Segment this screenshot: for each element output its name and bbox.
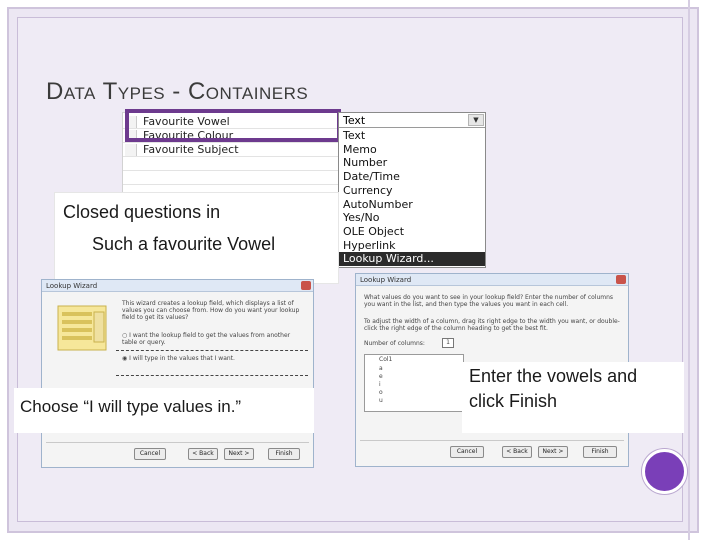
data-type-option[interactable]: Text xyxy=(339,129,485,143)
divider xyxy=(360,440,624,441)
field-row[interactable]: Favourite Subject xyxy=(123,143,343,157)
close-icon[interactable] xyxy=(616,275,626,284)
callout-text: Such a favourite Vowel xyxy=(92,234,276,254)
lookup-wizard-step1: Lookup Wizard This wizard creates a look… xyxy=(41,279,314,468)
data-type-option-lookup-wizard[interactable]: Lookup Wizard... xyxy=(339,252,485,266)
callout-text: click Finish xyxy=(469,391,558,411)
grid-cell[interactable]: e xyxy=(379,373,383,380)
back-button[interactable]: < Back xyxy=(502,446,532,458)
wizard-title: Lookup Wizard xyxy=(360,276,412,284)
close-icon[interactable] xyxy=(301,281,311,290)
data-type-option[interactable]: Hyperlink xyxy=(339,239,485,253)
finish-button[interactable]: Finish xyxy=(583,446,617,458)
finish-button[interactable]: Finish xyxy=(268,448,300,460)
cancel-button[interactable]: Cancel xyxy=(450,446,484,458)
grid-cell[interactable]: i xyxy=(379,381,381,388)
values-grid[interactable]: Col1 a e i o u xyxy=(364,354,464,412)
callout-text: Choose “I will type values in.” xyxy=(20,397,242,416)
wizard-instruction: To adjust the width of a column, drag it… xyxy=(364,318,620,332)
data-type-option[interactable]: Memo xyxy=(339,143,485,157)
dropdown-arrow-icon[interactable]: ▼ xyxy=(468,114,484,126)
next-button[interactable]: Next > xyxy=(538,446,568,458)
highlight-box xyxy=(125,109,341,142)
wizard-description: This wizard creates a lookup field, whic… xyxy=(122,300,300,321)
columns-label: Number of columns: xyxy=(364,340,425,347)
grid-cell[interactable]: o xyxy=(379,389,383,396)
data-type-combo[interactable]: Text ▼ xyxy=(339,113,485,128)
field-row-empty[interactable] xyxy=(123,157,343,171)
lookup-list-icon xyxy=(57,305,107,351)
option-label: I want the lookup field to get the value… xyxy=(122,332,291,346)
slide-edge-stripe xyxy=(688,0,690,540)
field-name: Favourite Subject xyxy=(143,143,239,156)
decorative-circle xyxy=(642,449,687,494)
option-table-query[interactable]: ○ I want the lookup field to get the val… xyxy=(122,332,307,346)
callout-choose-option: Choose “I will type values in.” xyxy=(14,388,314,433)
grid-cell[interactable]: a xyxy=(379,365,383,372)
column-header: Col1 xyxy=(379,356,393,363)
data-type-option[interactable]: Yes/No xyxy=(339,211,485,225)
field-row-empty[interactable] xyxy=(123,171,343,185)
option-dashed-highlight xyxy=(116,350,308,376)
data-type-selected: Text xyxy=(343,114,366,127)
callout-enter-vowels: Enter the vowels and click Finish xyxy=(462,362,684,433)
data-type-option[interactable]: OLE Object xyxy=(339,225,485,239)
slide-title: Data Types - Containers xyxy=(46,78,308,106)
callout-closed-questions: Closed questions in Such a favourite Vow… xyxy=(54,192,339,284)
divider xyxy=(46,442,309,443)
wizard-description: What values do you want to see in your l… xyxy=(364,294,614,308)
data-type-option[interactable]: Currency xyxy=(339,184,485,198)
callout-text: Enter the vowels and xyxy=(469,366,638,386)
data-type-option[interactable]: AutoNumber xyxy=(339,198,485,212)
next-button[interactable]: Next > xyxy=(224,448,254,460)
callout-text: Closed questions in xyxy=(63,202,221,222)
data-type-dropdown[interactable]: Text ▼ Text Memo Number Date/Time Curren… xyxy=(338,112,486,268)
row-selector[interactable] xyxy=(125,144,137,156)
wizard-titlebar: Lookup Wizard xyxy=(42,280,313,292)
slide-title-text: Data Types - Containers xyxy=(46,78,309,105)
grid-cell[interactable]: u xyxy=(379,397,383,404)
data-type-option[interactable]: Number xyxy=(339,156,485,170)
cancel-button[interactable]: Cancel xyxy=(134,448,166,460)
wizard-titlebar: Lookup Wizard xyxy=(356,274,628,286)
columns-input[interactable]: 1 xyxy=(442,338,454,348)
back-button[interactable]: < Back xyxy=(188,448,218,460)
data-type-option[interactable]: Date/Time xyxy=(339,170,485,184)
wizard-title: Lookup Wizard xyxy=(46,282,98,290)
